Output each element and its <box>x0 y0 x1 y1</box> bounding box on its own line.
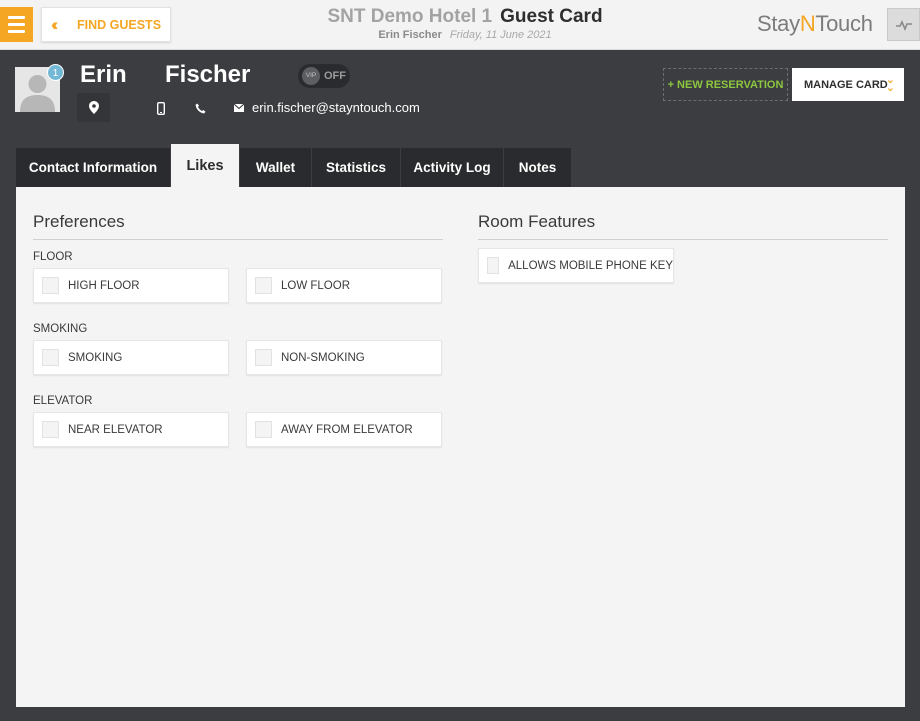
phone-icon <box>195 103 206 113</box>
checkbox-icon[interactable] <box>255 421 272 438</box>
double-chevron-left-icon: ‹‹ <box>51 14 58 34</box>
menu-icon <box>8 16 25 19</box>
option-label: SMOKING <box>68 351 123 364</box>
double-chevron-down-icon: ⌄ ⌄ <box>885 74 895 94</box>
email-icon <box>233 104 244 112</box>
room-features-divider <box>478 239 888 240</box>
menu-button[interactable] <box>0 7 33 42</box>
option-label: ALLOWS MOBILE PHONE KEY <box>508 259 673 272</box>
tab-notes[interactable]: Notes <box>504 148 571 187</box>
away-from-elevator-option[interactable]: AWAY FROM ELEVATOR <box>246 412 442 447</box>
top-bar: ‹‹ FIND GUESTS SNT Demo Hotel 1 Guest Car… <box>0 0 920 50</box>
high-floor-option[interactable]: HIGH FLOOR <box>33 268 229 303</box>
near-elevator-option[interactable]: NEAR ELEVATOR <box>33 412 229 447</box>
guest-email[interactable]: erin.fischer@stayntouch.com <box>252 100 420 115</box>
option-label: NEAR ELEVATOR <box>68 423 163 436</box>
manage-card-button[interactable]: MANAGE CARD ⌄ ⌄ <box>792 68 904 101</box>
activity-button[interactable] <box>887 8 920 41</box>
floor-group-label: FLOOR <box>33 251 73 263</box>
mobile-phone-icon <box>157 101 165 115</box>
likes-panel: Preferences FLOOR HIGH FLOOR LOW FLOOR S… <box>16 187 905 707</box>
location-pin-icon <box>88 101 99 114</box>
checkbox-icon[interactable] <box>487 257 500 274</box>
email-button[interactable] <box>233 103 244 113</box>
checkbox-icon[interactable] <box>42 421 59 438</box>
guest-card-tabs: Contact Information Likes Wallet Statist… <box>16 144 572 187</box>
checkbox-icon[interactable] <box>255 349 272 366</box>
option-label: AWAY FROM ELEVATOR <box>281 423 413 436</box>
tab-likes[interactable]: Likes <box>171 144 239 187</box>
page-title-block: SNT Demo Hotel 1 Guest Card Erin Fischer F… <box>300 6 630 41</box>
guest-first-name[interactable]: Erin <box>80 61 127 89</box>
guest-name-subtitle: Erin Fischer <box>378 29 442 41</box>
manage-card-label: MANAGE CARD <box>804 78 888 91</box>
allows-mobile-phone-key-option[interactable]: ALLOWS MOBILE PHONE KEY <box>478 248 674 283</box>
page-title: Guest Card <box>500 6 603 27</box>
stayntouch-logo: StayNTouch <box>757 11 873 36</box>
checkbox-icon[interactable] <box>255 277 272 294</box>
new-reservation-button[interactable]: + NEW RESERVATION <box>663 68 788 101</box>
tab-statistics[interactable]: Statistics <box>312 148 400 187</box>
hotel-name: SNT Demo Hotel 1 <box>327 6 493 27</box>
tab-wallet[interactable]: Wallet <box>240 148 311 187</box>
tab-contact-information[interactable]: Contact Information <box>16 148 170 187</box>
preferences-title: Preferences <box>33 212 125 231</box>
vip-toggle-state: OFF <box>324 70 346 82</box>
smoking-group-label: SMOKING <box>33 323 88 335</box>
vip-toggle[interactable]: VIP OFF <box>298 64 350 88</box>
address-button[interactable] <box>77 93 110 122</box>
elevator-group-label: ELEVATOR <box>33 395 93 407</box>
preferences-divider <box>33 239 443 240</box>
activity-icon <box>895 19 912 31</box>
room-features-title: Room Features <box>478 212 596 231</box>
find-guests-label: FIND GUESTS <box>77 17 162 32</box>
vip-toggle-knob: VIP <box>302 67 320 85</box>
option-label: LOW FLOOR <box>281 279 351 292</box>
guest-last-name[interactable]: Fischer <box>165 61 250 89</box>
option-label: NON-SMOKING <box>281 351 365 364</box>
phone-button[interactable] <box>194 101 207 115</box>
mobile-phone-button[interactable] <box>155 101 167 115</box>
smoking-option[interactable]: SMOKING <box>33 340 229 375</box>
guest-count-badge: 1 <box>47 64 64 81</box>
business-date: Friday, 11 June 2021 <box>449 29 552 41</box>
option-label: HIGH FLOOR <box>68 279 140 292</box>
checkbox-icon[interactable] <box>42 277 59 294</box>
find-guests-button[interactable]: ‹‹ FIND GUESTS <box>41 7 171 42</box>
non-smoking-option[interactable]: NON-SMOKING <box>246 340 442 375</box>
low-floor-option[interactable]: LOW FLOOR <box>246 268 442 303</box>
tab-activity-log[interactable]: Activity Log <box>401 148 503 187</box>
checkbox-icon[interactable] <box>42 349 59 366</box>
